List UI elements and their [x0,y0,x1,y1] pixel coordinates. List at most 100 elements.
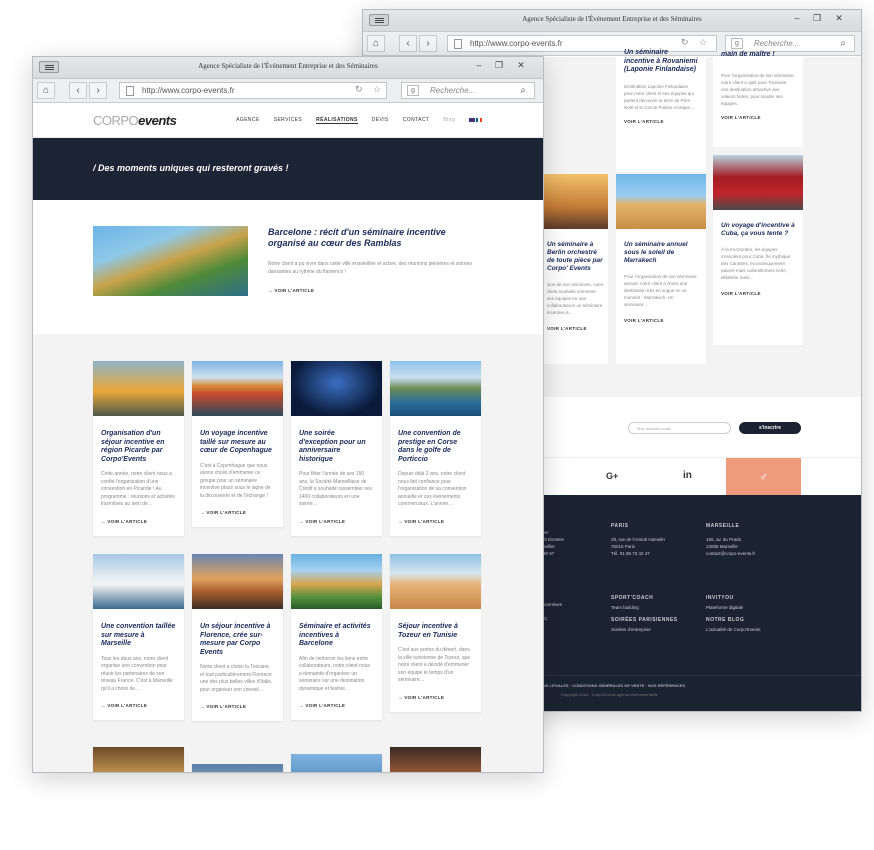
google-plus-icon[interactable]: G+ [606,471,618,481]
brand-line[interactable]: ncentives [543,601,562,608]
home-icon[interactable]: ⌂ [367,35,385,52]
card-title[interactable]: Organisation d'un séjour incentive en ré… [93,416,184,464]
linkedin-icon[interactable]: in [683,470,692,481]
article-card[interactable]: Une soirée d'exception pour un anniversa… [291,361,382,536]
back-read-more-link[interactable]: VOIR L'ARTICLE [721,115,795,120]
nav-devis[interactable]: DEVIS [372,117,389,124]
site-logo[interactable]: CORPOevents [93,113,177,128]
nav-services[interactable]: SERVICES [274,117,302,124]
article-card[interactable]: Une convention taillée sur mesure à Mars… [93,554,184,720]
venue-image [93,747,184,772]
home-icon[interactable]: ⌂ [37,82,55,99]
front-search-bar[interactable]: g Recherche... ⌕ [401,82,535,99]
card-read-more[interactable]: → VOIR L'ARTICLE [192,500,283,527]
star-icon[interactable]: ☆ [373,84,381,95]
copyright: Copyright 2016 · Corpo'Events agence évé… [561,692,658,697]
card-text: Afin de renforcer les liens entre collab… [299,655,370,692]
office-line: 28, rue de l'Amiral Hamelin [611,537,665,542]
card-title[interactable]: Une soirée d'exception pour un anniversa… [291,416,382,464]
uk-flag-icon[interactable] [469,117,475,122]
back-read-more-link[interactable]: VOIR L'ARTICLE [713,281,803,306]
card-read-more[interactable]: → VOIR L'ARTICLE [93,509,184,536]
back-arrow-icon[interactable]: ‹ [69,82,87,99]
front-url-bar[interactable]: http://www.corpo-events.fr [119,82,387,99]
card-title[interactable]: Séjour incentive à Tozeur en Tunisie [390,609,481,640]
back-search-placeholder: Recherche... [754,39,800,48]
card-text: Pour fêter l'année de ses 150 ans, la So… [299,471,373,507]
minimize-icon[interactable]: – [471,60,487,70]
legal-links[interactable]: NS LÉGALES · CONDITIONS GÉNÉRALES DE VEN… [543,682,861,689]
back-footer: Ier nt Einstein pellier 30 97 PARIS 28, … [543,495,861,711]
article-card[interactable]: Séjour incentive à Tozeur en Tunisie C'e… [390,554,481,712]
newsletter-email-input[interactable]: Mon adresse email [628,422,731,434]
card-title[interactable]: Séminaire et activités incentives à Barc… [291,609,382,649]
search-icon[interactable]: ⌕ [520,85,526,96]
article-card[interactable]: Un séjour incentive à Florence, crée sur… [192,554,283,721]
back-marrakech-text: Pour l'organisation de son séminaire ann… [624,274,697,307]
card-title[interactable]: Une convention de prestige en Corse dans… [390,416,481,464]
card-read-more[interactable]: → VOIR L'ARTICLE [192,694,283,721]
article-card[interactable] [390,747,481,772]
forward-arrow-icon[interactable]: › [419,35,437,52]
front-page: CORPOevents AGENCE SERVICES RÉALISATIONS… [33,104,543,772]
close-icon[interactable]: ✕ [831,13,847,24]
star-icon[interactable]: ☆ [699,37,707,48]
card-title[interactable]: Une convention taillée sur mesure à Mars… [93,609,184,649]
social-highlight-tile[interactable]: ♂ [726,458,801,496]
article-card[interactable] [291,754,382,772]
newsletter-submit-button[interactable]: s'inscrire [739,422,801,434]
card-text: Depuis déjà 2 ans, notre client nous fai… [398,471,467,507]
brand-title[interactable]: NOTRE BLOG [706,617,761,624]
brand-title[interactable]: INVITYOU [706,595,743,602]
card-read-more[interactable]: → VOIR L'ARTICLE [390,509,481,536]
front-title-bar: Agence Spécialiste de l'Événement Entrep… [33,57,543,79]
card-title[interactable]: Un voyage incentive taillé sur mesure au… [192,416,283,456]
brand-line[interactable]: IC [543,615,562,622]
office-line[interactable]: contact@corpo-events.fr [706,550,755,557]
article-card[interactable]: Séminaire et activités incentives à Barc… [291,554,382,720]
search-icon[interactable]: ⌕ [840,38,846,49]
brand-line: L'actualité de Corpo'Events [706,627,761,632]
brand-title[interactable]: SOIRÉES PARISIENNES [611,617,678,624]
minimize-icon[interactable]: – [789,13,805,23]
card-read-more[interactable]: → VOIR L'ARTICLE [291,693,382,720]
card-title[interactable]: Un séjour incentive à Florence, crée sur… [192,609,283,657]
maximize-icon[interactable]: ❐ [491,60,507,71]
article-card[interactable]: Une convention de prestige en Corse dans… [390,361,481,536]
article-card[interactable] [93,747,184,772]
reload-icon[interactable]: ↻ [681,37,689,48]
hero-banner: / Des moments uniques qui resteront grav… [33,138,543,200]
back-arrow-icon[interactable]: ‹ [399,35,417,52]
back-cuba-title: Un voyage d'incentive à Cuba, ça vous te… [721,222,795,237]
nav-contact[interactable]: CONTACT [403,117,430,124]
nav-blog[interactable]: Blog [443,117,455,124]
article-card[interactable] [192,764,283,772]
back-read-more-link[interactable]: VOIR L'ARTICLE [616,308,706,333]
back-title-bar: Agence Spécialiste de l'Événement Entrep… [363,10,861,32]
back-read-more-link[interactable]: VOIR L'ARTICLE [543,316,608,341]
card-read-more[interactable]: → VOIR L'ARTICLE [93,693,184,720]
article-card[interactable]: Un voyage incentive taillé sur mesure au… [192,361,283,527]
office-line: 30 97 [543,551,555,556]
card-read-more[interactable]: → VOIR L'ARTICLE [390,685,481,712]
featured-read-more[interactable]: → VOIR L'ARTICLE [268,288,314,293]
back-search-bar[interactable]: g Recherche... ⌕ [725,35,855,52]
maximize-icon[interactable]: ❐ [809,13,825,24]
site-header: CORPOevents AGENCE SERVICES RÉALISATIONS… [33,104,543,138]
nav-agence[interactable]: AGENCE [236,117,260,124]
brand-blog: NOTRE BLOG L'actualité de Corpo'Events [706,617,761,633]
featured-text: Notre client a pu vivre dans cette ville… [268,261,472,275]
article-card[interactable]: Organisation d'un séjour incentive en ré… [93,361,184,536]
barcelona-image[interactable] [93,226,248,296]
forward-arrow-icon[interactable]: › [89,82,107,99]
brand-title[interactable]: SPORT'COACH [611,595,653,602]
reload-icon[interactable]: ↻ [355,84,363,95]
card-read-more[interactable]: → VOIR L'ARTICLE [291,509,382,536]
language-flags[interactable] [469,117,483,124]
back-window-title: Agence Spécialiste de l'Événement Entrep… [522,15,702,23]
back-read-more-link[interactable]: VOIR L'ARTICLE [624,119,698,124]
fr-flag-icon[interactable] [476,117,482,122]
nav-realisations[interactable]: RÉALISATIONS [316,117,358,124]
featured-title[interactable]: Barcelone : récit d'un séminaire incenti… [268,227,483,249]
close-icon[interactable]: ✕ [513,60,529,71]
